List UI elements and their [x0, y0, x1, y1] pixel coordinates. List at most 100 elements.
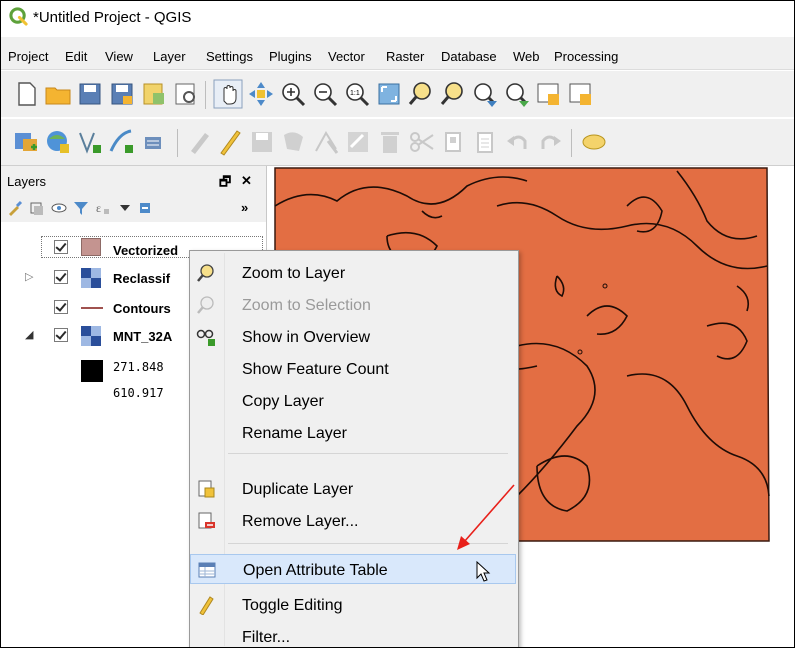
- menu-item-remove-layer[interactable]: Remove Layer...: [190, 506, 516, 536]
- expand-arrow-icon[interactable]: ▷: [25, 270, 33, 283]
- label-icon[interactable]: [579, 127, 609, 157]
- remove-layer-icon: [198, 512, 215, 529]
- menu-item-copy-layer[interactable]: Copy Layer: [190, 386, 516, 416]
- manage-visibility-icon[interactable]: [51, 200, 67, 216]
- layout-manager-icon[interactable]: [171, 79, 201, 109]
- menu-item-label: Show Feature Count: [242, 361, 389, 378]
- undo-icon[interactable]: [503, 127, 533, 157]
- add-layer-icon[interactable]: [43, 127, 73, 157]
- filter-legend-icon[interactable]: [73, 200, 89, 216]
- layer-context-menu: Zoom to Layer Zoom to Selection Show in …: [189, 250, 519, 647]
- save-as-icon[interactable]: [107, 79, 137, 109]
- new-3d-view-icon[interactable]: [566, 79, 596, 109]
- add-group-icon[interactable]: [29, 200, 45, 216]
- zoom-last-icon[interactable]: [470, 79, 500, 109]
- new-map-view-icon[interactable]: [534, 79, 564, 109]
- menu-raster[interactable]: Raster: [386, 49, 424, 64]
- vertex-tool-icon[interactable]: [311, 127, 341, 157]
- data-source-manager-icon[interactable]: [11, 127, 41, 157]
- menu-separator: [228, 543, 508, 544]
- digitize-icon[interactable]: [75, 127, 105, 157]
- pan-to-selection-icon[interactable]: [246, 79, 276, 109]
- menu-item-zoom-to-layer[interactable]: Zoom to Layer: [190, 258, 516, 288]
- menu-item-label: Open Attribute Table: [243, 562, 388, 579]
- delete-selected-icon[interactable]: [375, 127, 405, 157]
- legend-min-value: 271.848: [113, 360, 164, 374]
- menu-item-duplicate-layer[interactable]: Duplicate Layer: [190, 474, 516, 504]
- window-title: *Untitled Project - QGIS: [33, 9, 192, 26]
- new-print-layout-icon[interactable]: [139, 79, 169, 109]
- attribute-table-icon: [198, 562, 216, 578]
- pencil-icon: [199, 596, 214, 615]
- svg-text:ε: ε: [96, 201, 101, 215]
- save-project-icon[interactable]: [75, 79, 105, 109]
- cut-features-icon[interactable]: [407, 127, 437, 157]
- menu-bar: Project Edit View Layer Settings Plugins…: [1, 37, 794, 70]
- main-toolbar: 1:1: [1, 71, 794, 117]
- add-line-icon[interactable]: [107, 127, 137, 157]
- zoom-to-selection-icon[interactable]: [406, 79, 436, 109]
- menu-item-label: Toggle Editing: [242, 597, 343, 614]
- menu-item-open-attribute-table[interactable]: Open Attribute Table: [190, 554, 516, 584]
- menu-item-label: Remove Layer...: [242, 513, 359, 530]
- line-symbol-icon: [81, 307, 103, 309]
- menu-vector[interactable]: Vector: [328, 49, 365, 64]
- menu-item-rename-layer[interactable]: Rename Layer: [190, 418, 516, 448]
- more-tools-icon[interactable]: »: [241, 200, 248, 215]
- menu-separator: [228, 453, 508, 454]
- style-panel-icon[interactable]: [7, 200, 23, 216]
- menu-item-show-feature-count[interactable]: Show Feature Count: [190, 354, 516, 384]
- layer-checkbox[interactable]: [54, 328, 68, 342]
- menu-item-show-in-overview[interactable]: Show in Overview: [190, 322, 516, 352]
- new-project-icon[interactable]: [11, 79, 41, 109]
- modify-attributes-icon[interactable]: [343, 127, 373, 157]
- layer-checkbox[interactable]: [54, 270, 68, 284]
- menu-processing[interactable]: Processing: [554, 49, 618, 64]
- float-panel-icon[interactable]: 🗗: [219, 173, 231, 195]
- menu-project[interactable]: Project: [8, 49, 48, 64]
- menu-settings[interactable]: Settings: [206, 49, 253, 64]
- duplicate-layer-icon: [198, 480, 215, 498]
- zoom-to-layer-icon[interactable]: [438, 79, 468, 109]
- add-feature-icon[interactable]: [279, 127, 309, 157]
- zoom-native-icon[interactable]: 1:1: [342, 79, 372, 109]
- layers-panel-title: Layers: [7, 174, 47, 189]
- collapse-all-icon[interactable]: [137, 200, 153, 216]
- menu-item-label: Duplicate Layer: [242, 481, 354, 498]
- menu-item-zoom-to-selection: Zoom to Selection: [190, 290, 516, 320]
- open-project-icon[interactable]: [43, 79, 73, 109]
- menu-database[interactable]: Database: [441, 49, 497, 64]
- layer-name: Contours: [113, 301, 171, 316]
- layer-checkbox[interactable]: [54, 240, 68, 254]
- polygon-symbol-icon: [81, 238, 101, 256]
- menu-item-filter[interactable]: Filter...: [190, 622, 516, 647]
- current-edits-icon[interactable]: [185, 127, 215, 157]
- menu-edit[interactable]: Edit: [65, 49, 87, 64]
- menu-item-toggle-editing[interactable]: Toggle Editing: [190, 590, 516, 620]
- pan-icon[interactable]: [213, 79, 243, 109]
- zoom-in-icon[interactable]: [278, 79, 308, 109]
- layer-checkbox[interactable]: [54, 300, 68, 314]
- close-panel-icon[interactable]: ✕: [241, 173, 252, 189]
- copy-features-icon[interactable]: [439, 127, 469, 157]
- redo-icon[interactable]: [535, 127, 565, 157]
- menu-item-label: Zoom to Layer: [242, 265, 346, 282]
- add-point-icon[interactable]: [139, 127, 169, 157]
- menu-view[interactable]: View: [105, 49, 133, 64]
- menu-plugins[interactable]: Plugins: [269, 49, 312, 64]
- zoom-full-icon[interactable]: [374, 79, 404, 109]
- zoom-out-icon[interactable]: [310, 79, 340, 109]
- zoom-next-icon[interactable]: [502, 79, 532, 109]
- menu-web[interactable]: Web: [513, 49, 540, 64]
- paste-features-icon[interactable]: [471, 127, 501, 157]
- save-edits-icon[interactable]: [247, 127, 277, 157]
- filter-expression-icon[interactable]: ε: [95, 200, 111, 216]
- menu-layer[interactable]: Layer: [153, 49, 186, 64]
- expand-all-icon[interactable]: [117, 200, 133, 216]
- layers-panel-toolbar: ε »: [1, 194, 266, 223]
- zoom-to-layer-icon: [197, 264, 214, 282]
- collapse-arrow-icon[interactable]: ◢: [25, 328, 33, 341]
- toggle-editing-icon[interactable]: [215, 127, 245, 157]
- menu-item-label: Zoom to Selection: [242, 297, 371, 314]
- layer-name: MNT_32A: [113, 329, 173, 344]
